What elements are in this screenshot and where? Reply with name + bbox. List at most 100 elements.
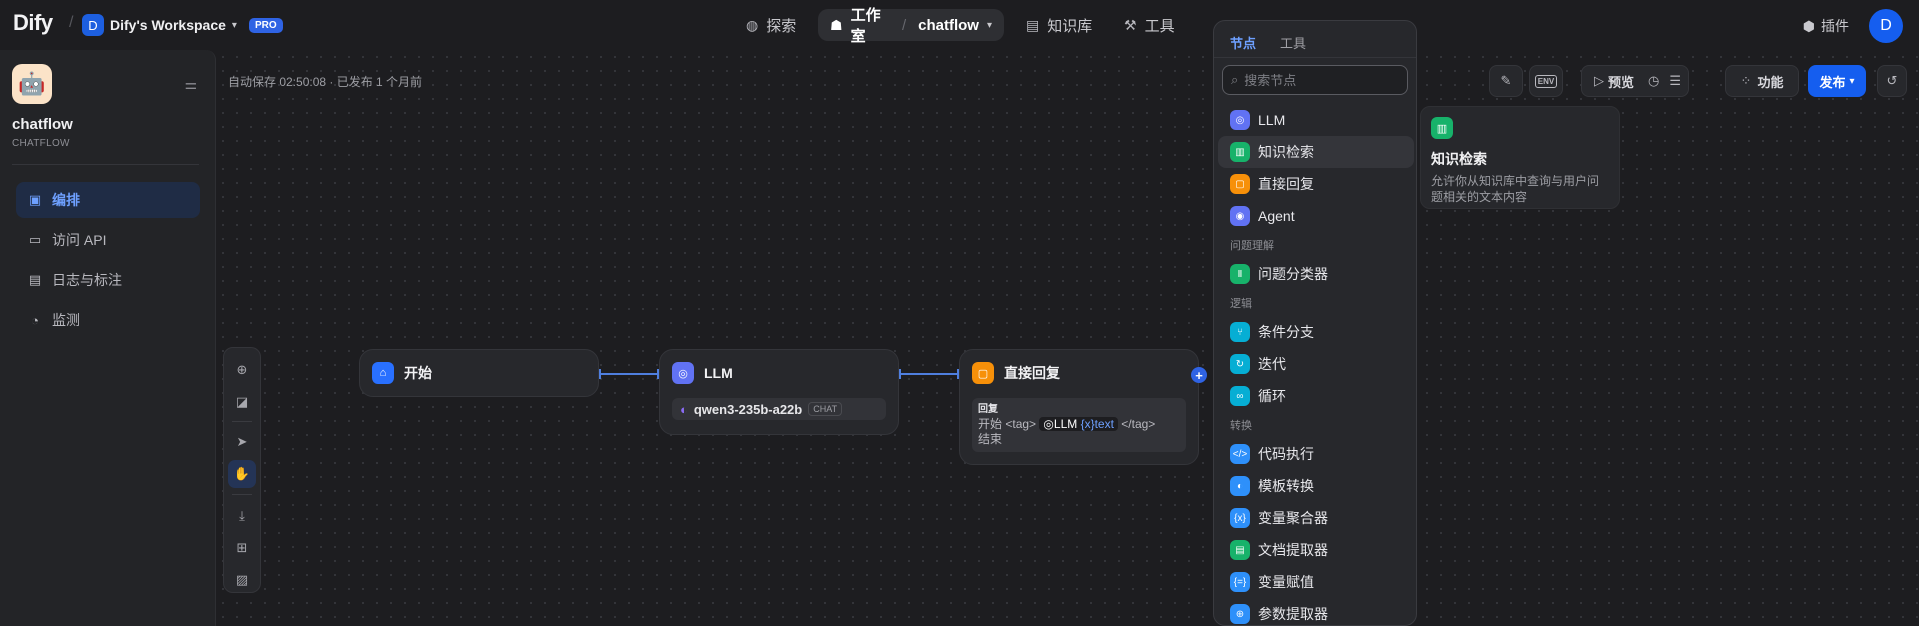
sidebar-collapse-icon[interactable]: ⚌ — [184, 76, 197, 93]
edge-llm-answer[interactable] — [899, 369, 959, 379]
chevron-down-icon[interactable]: ▾ — [987, 20, 992, 31]
features-button[interactable]: ⁘ 功能 — [1725, 65, 1799, 97]
features-icon: ⁘ — [1740, 73, 1752, 88]
node-option[interactable]: ▢ 直接回复 — [1218, 168, 1414, 200]
reply-preview: 回复 开始 <tag> ◎LLM {x}text </tag> 结束 — [972, 398, 1186, 452]
add-next-node-button[interactable]: + — [1191, 367, 1207, 383]
plugins-label: 插件 — [1821, 18, 1849, 34]
node-option[interactable]: ▤ 文档提取器 — [1218, 534, 1414, 566]
nav-tools[interactable]: ⚒ 工具 — [1124, 9, 1175, 41]
app-type: CHATFLOW — [12, 138, 70, 149]
node-option-label: 变量聚合器 — [1258, 510, 1328, 526]
minimap-icon[interactable]: ▨ — [228, 566, 256, 594]
node-search: ⌕ — [1222, 65, 1408, 95]
home-icon: ⌂ — [372, 362, 394, 384]
answer-node[interactable]: ▢ 直接回复 回复 开始 <tag> ◎LLM {x}text </tag> 结… — [959, 349, 1199, 465]
sidebar-item-label: 监测 — [52, 312, 80, 328]
breadcrumb-separator: / — [901, 16, 907, 34]
node-option-label: Agent — [1258, 208, 1295, 224]
pointer-icon[interactable]: ➤ — [228, 428, 256, 456]
node-option[interactable]: {x} 变量聚合器 — [1218, 502, 1414, 534]
file-list-icon: ▤ — [28, 272, 42, 287]
node-option[interactable]: ↻ 迭代 — [1218, 348, 1414, 380]
node-option[interactable]: {=} 变量赋值 — [1218, 566, 1414, 598]
node-option[interactable]: ▥ 知识检索 — [1218, 136, 1414, 168]
node-option[interactable]: ⑂ 条件分支 — [1218, 316, 1414, 348]
tabs-divider — [1214, 57, 1416, 58]
export-image-icon[interactable]: ⤓ — [228, 502, 256, 530]
checklist-button[interactable]: ✎ — [1489, 65, 1523, 97]
nav-knowledge[interactable]: ▤ 知识库 — [1026, 9, 1092, 41]
nav-studio[interactable]: ☗ 工作室 / chatflow ▾ — [818, 7, 1004, 45]
node-option[interactable]: ⊕ 参数提取器 — [1218, 598, 1414, 625]
node-option[interactable]: ◐ 模板转换 — [1218, 470, 1414, 502]
nav-knowledge-label: 知识库 — [1047, 17, 1093, 35]
nav-explore[interactable]: ◍ 探索 — [746, 9, 796, 41]
node-type-icon: ▤ — [1230, 540, 1250, 560]
plugins-button[interactable]: ⬢ 插件 — [1803, 16, 1849, 36]
node-option-label: 直接回复 — [1258, 176, 1314, 192]
toolbar-divider — [232, 421, 252, 422]
node-option-label: 迭代 — [1258, 356, 1286, 372]
features-label: 功能 — [1757, 74, 1784, 90]
model-provider-icon: ◐ — [680, 401, 688, 417]
nav-explore-label: 探索 — [766, 17, 797, 35]
env-icon: ENV — [1534, 74, 1558, 88]
llm-node[interactable]: ◎ LLM ◐ qwen3-235b-a22b CHAT — [659, 349, 899, 435]
publish-button[interactable]: 发布 ▾ — [1808, 65, 1866, 97]
app-icon: 🤖 — [12, 64, 52, 104]
workspace-switcher[interactable]: D Dify's Workspace ▾ PRO — [82, 14, 283, 36]
node-option[interactable]: Ⅱ 问题分类器 — [1218, 258, 1414, 290]
reply-tag-close: </tag> — [1121, 417, 1156, 431]
node-option[interactable]: </> 代码执行 — [1218, 438, 1414, 470]
node-option[interactable]: ◎ LLM — [1218, 104, 1414, 136]
node-type-icon: {x} — [1230, 508, 1250, 528]
env-button[interactable]: ENV — [1529, 65, 1563, 97]
tab-nodes[interactable]: 节点 — [1230, 33, 1256, 52]
hand-icon[interactable]: ✋ — [228, 460, 256, 488]
node-type-icon: ◐ — [1230, 476, 1250, 496]
search-icon: ⌕ — [1231, 72, 1239, 87]
reply-text-start: 开始 — [978, 417, 1003, 431]
node-picker: 节点 工具 ⌕ ◎ LLM ▥ 知识检索 ▢ 直接回复 ◉ Agent 问题理解 Ⅱ 问题分类器逻辑… — [1213, 20, 1417, 626]
node-search-input[interactable] — [1244, 72, 1395, 88]
current-app-name[interactable]: chatflow — [918, 17, 979, 34]
node-type-icon: ◉ — [1230, 206, 1250, 226]
node-option[interactable]: ∞ 循环 — [1218, 380, 1414, 412]
workflow-canvas[interactable] — [216, 50, 1919, 626]
tab-tools[interactable]: 工具 — [1280, 33, 1306, 52]
model-mode-tag: CHAT — [808, 402, 843, 416]
preview-label[interactable]: 预览 — [1608, 72, 1634, 91]
sidebar-item-orchestrate[interactable]: ▣ 编排 — [16, 182, 200, 218]
add-node-icon[interactable]: ⊕ — [228, 356, 256, 384]
node-type-icon: ⊕ — [1230, 604, 1250, 624]
version-history-button[interactable]: ↺ — [1877, 65, 1907, 97]
reply-tag-open: <tag> — [1005, 417, 1037, 431]
book-icon: ▤ — [1026, 16, 1040, 33]
dify-logo[interactable]: Dify — [13, 10, 53, 36]
node-category-heading: 逻辑 — [1230, 298, 1252, 310]
node-type-icon: ▥ — [1230, 142, 1250, 162]
top-right-actions: ⬢ 插件 D — [1803, 9, 1903, 43]
node-category-heading: 问题理解 — [1230, 240, 1274, 252]
node-type-icon: {=} — [1230, 572, 1250, 592]
history-run-icon[interactable]: ◷ — [1648, 73, 1659, 89]
cube-icon: ⬢ — [1802, 17, 1815, 34]
user-avatar[interactable]: D — [1869, 9, 1903, 43]
model-selector[interactable]: ◐ qwen3-235b-a22b CHAT — [672, 398, 886, 420]
play-icon[interactable]: ▷ — [1594, 73, 1604, 89]
workspace-avatar: D — [82, 14, 104, 36]
brain-icon: ◎ — [1043, 417, 1054, 431]
checklist-icon[interactable]: ☰ — [1669, 73, 1681, 89]
start-node[interactable]: ⌂ 开始 — [359, 349, 599, 397]
brain-icon: ◎ — [672, 362, 694, 384]
sidebar-item-monitor[interactable]: ◔ 监测 — [16, 302, 200, 338]
add-note-icon[interactable]: ◪ — [228, 388, 256, 416]
sidebar-item-api[interactable]: ▭ 访问 API — [16, 222, 200, 258]
node-option[interactable]: ◉ Agent — [1218, 200, 1414, 232]
sidebar-item-logs[interactable]: ▤ 日志与标注 — [16, 262, 200, 298]
organize-blocks-icon[interactable]: ⊞ — [228, 534, 256, 562]
edge-start-llm[interactable] — [599, 369, 659, 379]
node-type-icon: ⑂ — [1230, 322, 1250, 342]
autosave-status: 自动保存 02:50:08 · 已发布 1 个月前 — [228, 75, 423, 89]
